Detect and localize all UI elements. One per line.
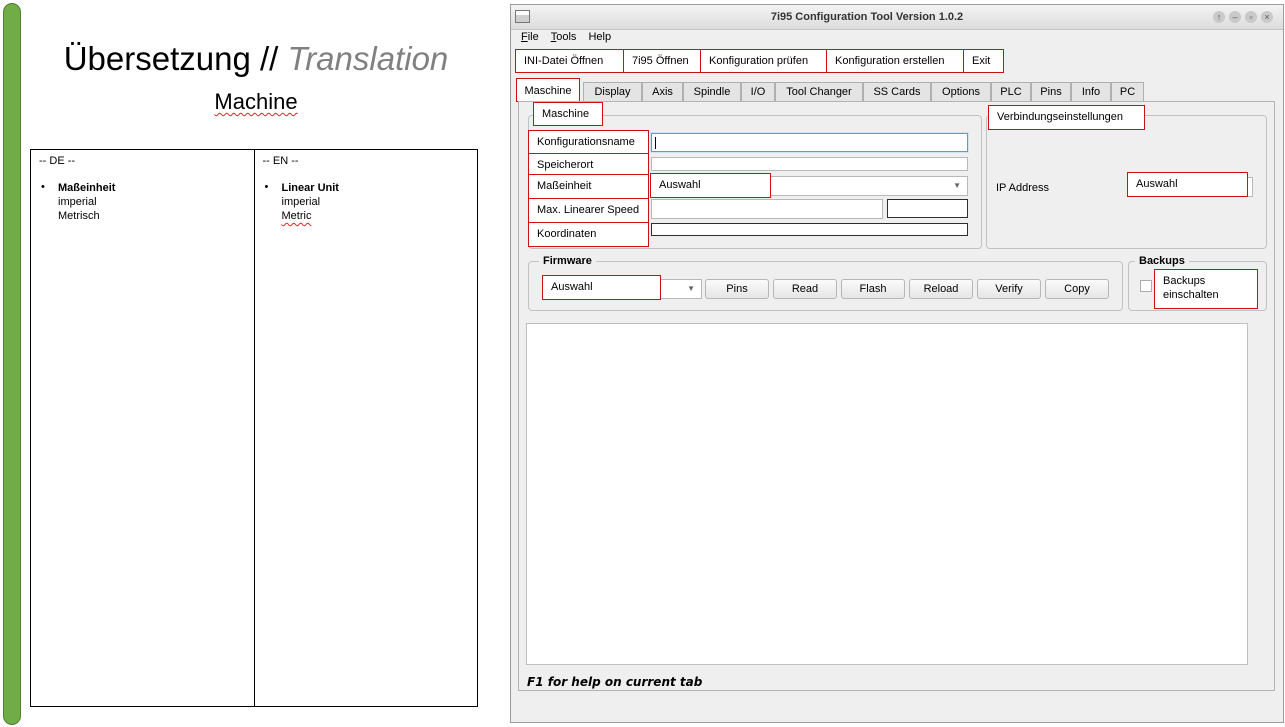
open-7i95-button[interactable]: 7i95 Öffnen — [623, 49, 701, 73]
open-ini-button[interactable]: INI-Datei Öffnen — [515, 49, 624, 73]
minimize-icon[interactable]: – — [1229, 11, 1241, 23]
tab-options[interactable]: Options — [931, 82, 991, 101]
doc-subtitle: Machine — [30, 89, 482, 115]
unit-select-value[interactable]: Auswahl — [650, 173, 771, 198]
menu-tools[interactable]: Tools — [551, 31, 577, 49]
tab-tool-changer[interactable]: Tool Changer — [775, 82, 863, 101]
tab-panel: Maschine Konfigurationsname Speicherort … — [518, 101, 1275, 691]
max-linear-speed-unit — [887, 199, 968, 218]
list-item: Linear Unit imperial Metric — [263, 181, 470, 223]
machine-group-title: Maschine — [533, 102, 603, 126]
list-item: Maßeinheit imperial Metrisch — [39, 181, 246, 223]
option-de-2: Metrisch — [58, 210, 100, 222]
maximize-icon[interactable]: ▫ — [1245, 11, 1257, 23]
chevron-down-icon: ▼ — [687, 284, 695, 293]
tab-display[interactable]: Display — [583, 82, 642, 101]
flash-button[interactable]: Flash — [841, 279, 905, 299]
option-en-1: imperial — [281, 196, 321, 208]
term-en: Linear Unit — [281, 182, 339, 194]
copy-button[interactable]: Copy — [1045, 279, 1109, 299]
title-bar: 7i95 Configuration Tool Version 1.0.2 ↑ … — [511, 5, 1283, 30]
tab-plc[interactable]: PLC — [991, 82, 1031, 101]
verify-button[interactable]: Verify — [977, 279, 1041, 299]
coordinates-label: Koordinaten — [528, 222, 649, 247]
coordinates-field[interactable] — [651, 223, 968, 236]
tab-maschine[interactable]: Maschine — [516, 78, 580, 102]
check-config-button[interactable]: Konfiguration prüfen — [700, 49, 827, 73]
column-header-en: -- EN -- — [262, 155, 299, 167]
backups-group-title: Backups — [1135, 255, 1189, 267]
connection-group-title: Verbindungseinstellungen — [988, 105, 1145, 130]
column-header-de: -- DE -- — [39, 155, 76, 167]
menu-file[interactable]: File — [521, 31, 539, 49]
firmware-select-value[interactable]: Auswahl — [542, 275, 661, 300]
tab-pc[interactable]: PC — [1111, 82, 1144, 101]
tab-ss-cards[interactable]: SS Cards — [863, 82, 931, 101]
backups-checkbox[interactable] — [1140, 280, 1152, 292]
column-de: -- DE -- Maßeinheit imperial Metrisch — [31, 150, 254, 706]
help-hint: F1 for help on current tab — [527, 675, 703, 689]
reload-button[interactable]: Reload — [909, 279, 973, 299]
ip-address-select-value[interactable]: Auswahl — [1127, 172, 1248, 197]
app-window: 7i95 Configuration Tool Version 1.0.2 ↑ … — [510, 4, 1284, 723]
ip-address-label: IP Address — [996, 182, 1049, 194]
chevron-down-icon: ▼ — [953, 181, 961, 190]
storage-location-field[interactable] — [651, 157, 968, 171]
config-name-label: Konfigurationsname — [528, 130, 649, 154]
backups-checkbox-label[interactable]: Backups einschalten — [1154, 269, 1258, 309]
tab-info[interactable]: Info — [1071, 82, 1111, 101]
doc-subtitle-text: Machine — [214, 89, 298, 114]
term-de: Maßeinheit — [58, 182, 116, 194]
option-de-1: imperial — [58, 196, 97, 208]
max-linear-speed-label: Max. Linearer Speed — [528, 198, 649, 223]
pins-button[interactable]: Pins — [705, 279, 769, 299]
translation-table: -- DE -- Maßeinheit imperial Metrisch --… — [30, 149, 478, 707]
tab-axis[interactable]: Axis — [642, 82, 683, 101]
tab-io[interactable]: I/O — [741, 82, 775, 101]
read-button[interactable]: Read — [773, 279, 837, 299]
tab-spindle[interactable]: Spindle — [683, 82, 741, 101]
option-en-2: Metric — [281, 210, 312, 222]
firmware-group-title: Firmware — [539, 255, 596, 267]
close-icon[interactable]: × — [1261, 11, 1273, 23]
max-linear-speed-input[interactable] — [651, 199, 883, 219]
tab-pins[interactable]: Pins — [1031, 82, 1071, 101]
config-name-input[interactable] — [651, 133, 968, 152]
keep-above-icon[interactable]: ↑ — [1213, 11, 1225, 23]
build-config-button[interactable]: Konfiguration erstellen — [826, 49, 964, 73]
storage-location-label: Speicherort — [528, 153, 649, 175]
menu-bar: File Tools Help — [521, 31, 611, 49]
window-title: 7i95 Configuration Tool Version 1.0.2 — [770, 11, 964, 23]
unit-label: Maßeinheit — [528, 174, 649, 199]
exit-button[interactable]: Exit — [963, 49, 1004, 73]
column-en: -- EN -- Linear Unit imperial Metric — [253, 150, 478, 706]
output-textarea[interactable] — [526, 323, 1248, 665]
doc-title-translation: Translation — [287, 40, 449, 77]
green-accent-bar — [3, 3, 21, 725]
doc-title: Übersetzung // Translation — [30, 40, 482, 78]
doc-title-main: Übersetzung // — [63, 40, 288, 77]
menu-help[interactable]: Help — [588, 31, 611, 49]
